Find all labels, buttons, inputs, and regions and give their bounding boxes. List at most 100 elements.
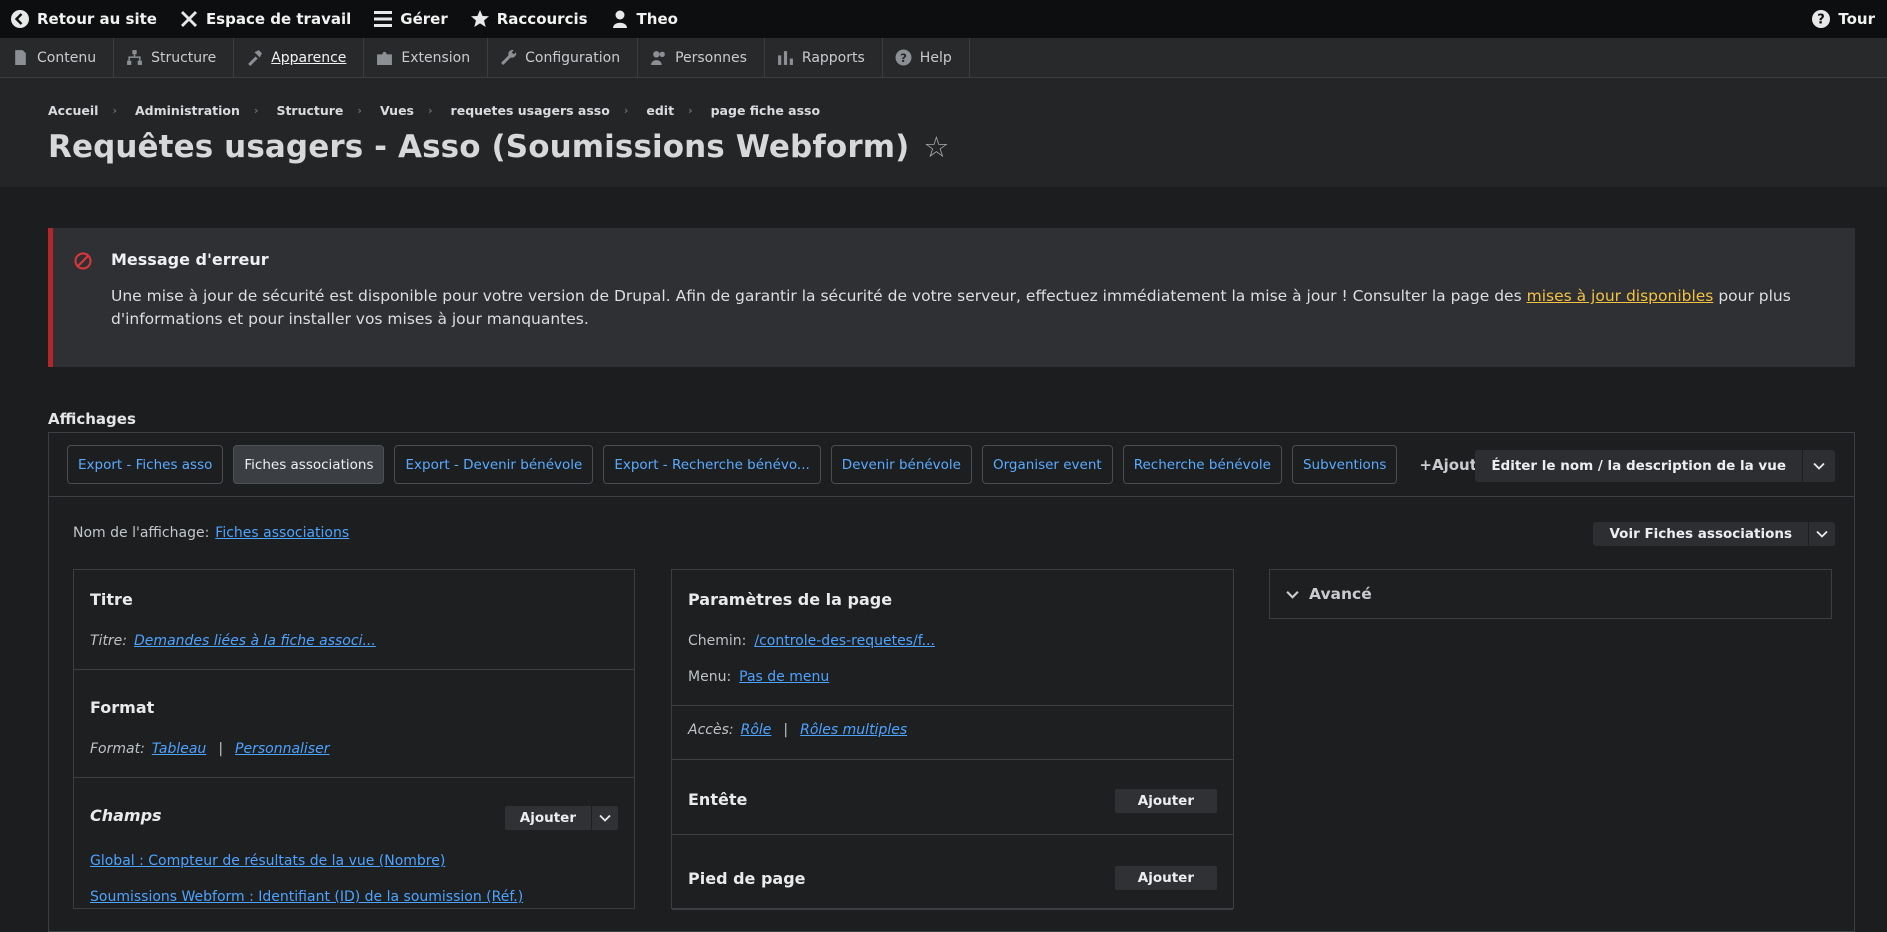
tray-item-content[interactable]: Contenu — [0, 38, 115, 77]
back-to-site-link[interactable]: Retour au site — [0, 0, 169, 38]
admin-toolbar: Retour au site Espace de travail Gérer R… — [0, 0, 1887, 38]
tray-item-configuration[interactable]: Configuration — [488, 38, 639, 77]
tour-label: Tour — [1838, 10, 1875, 28]
breadcrumb-label: Accueil — [48, 103, 99, 118]
header-add-button[interactable]: Ajouter — [1114, 789, 1217, 813]
chevron-down-icon — [1816, 530, 1828, 538]
setting-label: Accès: — [688, 722, 734, 738]
manage-label: Gérer — [400, 10, 448, 28]
breadcrumb-item[interactable]: Accueil › — [48, 103, 135, 118]
error-message: Message d'erreur Une mise à jour de sécu… — [48, 228, 1855, 367]
tray-item-reports[interactable]: Rapports — [765, 38, 883, 77]
chevron-right-icon: › — [688, 104, 693, 117]
display-tabs: Export - Fiches asso Fiches associations… — [49, 433, 1854, 497]
admin-tray: Contenu Structure Apparence Extension Co… — [0, 38, 1887, 78]
tray-item-label: Structure — [151, 49, 217, 66]
tray-item-label: Apparence — [271, 49, 347, 66]
user-icon — [610, 9, 630, 29]
user-menu[interactable]: Theo — [600, 0, 690, 38]
chevron-right-icon: › — [428, 104, 433, 117]
chevron-down-icon — [599, 814, 611, 822]
separator: | — [218, 741, 224, 757]
tray-item-appearance[interactable]: Apparence — [234, 38, 365, 77]
tray-item-structure[interactable]: Structure — [114, 38, 235, 77]
dropdown-toggle[interactable] — [1809, 522, 1835, 546]
breadcrumb-label: Vues — [379, 103, 414, 118]
access-section: Accès: Rôle | Rôles multiples — [672, 706, 1233, 760]
view-display-button[interactable]: Voir Fiches associations — [1593, 522, 1809, 546]
workspace-label: Espace de travail — [205, 10, 352, 28]
menu-value-link[interactable]: Pas de menu — [739, 669, 829, 685]
tab-devenir-benevole[interactable]: Devenir bénévole — [830, 445, 972, 484]
field-item[interactable]: Soumissions Webform : Identifiant (ID) d… — [90, 889, 618, 905]
tab-subventions[interactable]: Subventions — [1291, 445, 1398, 484]
tab-organiser-event[interactable]: Organiser event — [981, 445, 1113, 484]
view-display-dropbutton: Voir Fiches associations — [1593, 522, 1835, 546]
breadcrumb-item[interactable]: Vues › — [380, 103, 451, 118]
format-setting: Format: Tableau | Personnaliser — [90, 741, 618, 757]
display-name-link[interactable]: Fiches associations — [215, 525, 349, 541]
breadcrumb-label: edit — [646, 103, 675, 118]
fields-add-button[interactable]: Ajouter — [505, 806, 592, 830]
dropdown-toggle[interactable] — [592, 806, 618, 830]
displays-heading: Affichages — [48, 410, 136, 428]
breadcrumb-item[interactable]: page fiche asso — [711, 103, 820, 118]
tray-item-label: Extension — [401, 49, 471, 66]
shortcuts-menu[interactable]: Raccourcis — [460, 0, 600, 38]
breadcrumb-item[interactable]: edit › — [646, 103, 710, 118]
page-header: Accueil › Administration › Structure › Vues… — [0, 78, 1887, 187]
bar-chart-icon — [777, 49, 794, 66]
breadcrumb-label: Administration — [135, 103, 240, 118]
breadcrumb-item[interactable]: Administration › — [135, 103, 276, 118]
tray-item-people[interactable]: Personnes — [638, 38, 765, 77]
path-setting: Chemin: /controle-des-requetes/f... — [688, 633, 1217, 649]
tab-export-devenir-benevole[interactable]: Export - Devenir bénévole — [394, 445, 594, 484]
tray-item-extension[interactable]: Extension — [364, 38, 489, 77]
tour-button[interactable]: ? Tour — [1801, 0, 1887, 38]
breadcrumb-item[interactable]: Structure › — [276, 103, 380, 118]
footer-section: Pied de page Ajouter — [672, 835, 1233, 910]
edit-view-name-button[interactable]: Éditer le nom / la description de la vue — [1475, 450, 1803, 482]
chevron-right-icon: › — [112, 104, 117, 117]
workspace-menu[interactable]: Espace de travail — [169, 0, 363, 38]
shortcuts-label: Raccourcis — [496, 10, 588, 28]
views-display-box: Export - Fiches asso Fiches associations… — [48, 432, 1855, 932]
wrench-icon — [500, 49, 517, 66]
access-multi-link[interactable]: Rôles multiples — [800, 722, 907, 738]
star-outline-icon[interactable]: ☆ — [923, 130, 949, 164]
fields-section: Champs Ajouter Global : Compteur de résu… — [74, 778, 634, 905]
available-updates-link[interactable]: mises à jour disponibles — [1527, 287, 1714, 305]
display-name-label: Nom de l'affichage: — [73, 525, 210, 541]
tab-fiches-associations[interactable]: Fiches associations — [233, 445, 385, 484]
tray-item-label: Configuration — [525, 49, 621, 66]
separator: | — [783, 722, 789, 738]
breadcrumb-item[interactable]: requetes usagers asso › — [451, 103, 647, 118]
tab-recherche-benevole[interactable]: Recherche bénévole — [1122, 445, 1282, 484]
chevron-right-icon: › — [253, 104, 259, 117]
sitemap-icon — [126, 49, 143, 66]
tab-export-recherche-benevole[interactable]: Export - Recherche bénévo... — [603, 445, 821, 484]
user-label: Theo — [636, 10, 678, 28]
page-title: Requêtes usagers - Asso (Soumissions Web… — [48, 129, 910, 165]
display-name-row: Nom de l'affichage: Fiches associations — [73, 525, 349, 541]
setting-label: Chemin: — [688, 633, 747, 649]
access-value-link[interactable]: Rôle — [741, 722, 772, 738]
header-section: Entête Ajouter — [672, 760, 1233, 835]
footer-add-button[interactable]: Ajouter — [1114, 866, 1217, 890]
dropdown-toggle[interactable] — [1803, 450, 1835, 482]
advanced-section[interactable]: Avancé — [1269, 569, 1832, 619]
hamburger-icon — [373, 9, 393, 29]
manage-menu[interactable]: Gérer — [363, 0, 459, 38]
access-setting: Accès: Rôle | Rôles multiples — [688, 722, 1217, 738]
format-custom-link[interactable]: Personnaliser — [235, 741, 329, 757]
tray-item-label: Personnes — [675, 49, 747, 66]
field-item[interactable]: Global : Compteur de résultats de la vue… — [90, 853, 618, 869]
path-value-link[interactable]: /controle-des-requetes/f... — [754, 633, 935, 649]
tray-item-help[interactable]: ? Help — [883, 38, 970, 77]
menu-setting: Menu: Pas de menu — [688, 669, 1217, 685]
setting-label: Titre: — [90, 633, 128, 649]
tab-export-fiches-asso[interactable]: Export - Fiches asso — [67, 445, 224, 484]
puzzle-icon — [376, 49, 393, 66]
title-value-link[interactable]: Demandes liées à la fiche associ... — [134, 633, 376, 649]
format-value-link[interactable]: Tableau — [152, 741, 207, 757]
